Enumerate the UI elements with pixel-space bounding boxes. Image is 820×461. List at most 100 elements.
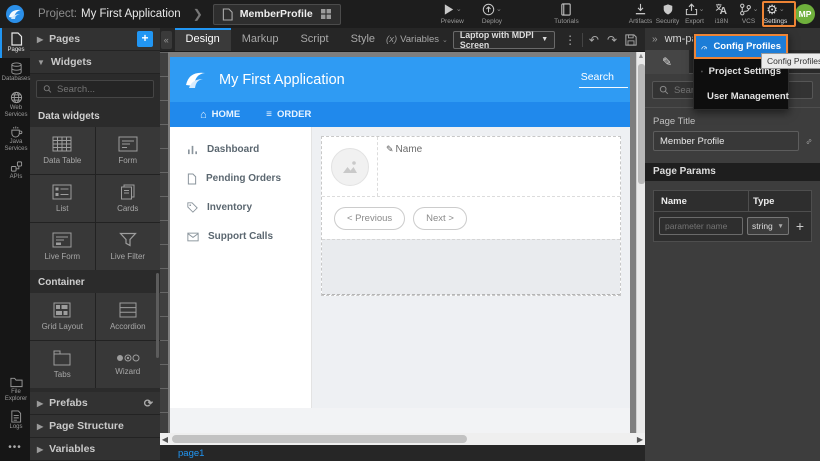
download-icon bbox=[634, 3, 647, 16]
sidebar-item-pages[interactable]: Pages bbox=[0, 28, 30, 58]
artifacts-button[interactable]: Artifacts bbox=[627, 0, 654, 28]
add-page-button[interactable]: + bbox=[137, 31, 153, 47]
preview-button[interactable]: ⌄ Preview bbox=[441, 0, 464, 28]
dropdown-arrow-icon: ▼ bbox=[777, 223, 783, 230]
chevron-down-icon[interactable]: ⌄ bbox=[779, 5, 785, 13]
tab-design[interactable]: Design bbox=[175, 28, 231, 51]
widget-accordion[interactable]: Accordion bbox=[96, 293, 161, 340]
menu-item-support-calls[interactable]: Support Calls bbox=[170, 222, 311, 251]
form-icon bbox=[118, 136, 138, 152]
param-name-input[interactable] bbox=[659, 217, 743, 235]
preview-nav-home[interactable]: ⌂ HOME bbox=[200, 109, 240, 121]
deploy-icon bbox=[482, 3, 495, 16]
widget-live-form[interactable]: Live Form bbox=[30, 223, 95, 270]
more-icon[interactable]: ••• bbox=[0, 436, 30, 461]
refresh-icon[interactable]: ⟳ bbox=[144, 397, 153, 410]
preview-nav-order[interactable]: ≡ ORDER bbox=[266, 109, 311, 120]
page-title-row bbox=[645, 131, 820, 151]
svg-text:A: A bbox=[719, 6, 727, 16]
chevron-down-icon[interactable]: ⌄ bbox=[753, 5, 759, 13]
fx-icon: (x) bbox=[386, 34, 397, 45]
next-button[interactable]: Next > bbox=[413, 207, 467, 230]
scroll-up-arrow[interactable]: ▲ bbox=[637, 52, 645, 61]
menu-icon: ≡ bbox=[266, 109, 272, 120]
undo-icon[interactable]: ↶ bbox=[585, 33, 603, 47]
page-design-surface[interactable]: My First Application Search ⌂ HOME ≡ ORD… bbox=[170, 57, 630, 433]
vcs-button[interactable]: ⌄ VCS bbox=[735, 0, 762, 28]
widget-search-input[interactable] bbox=[57, 84, 147, 95]
horizontal-scroll-thumb[interactable] bbox=[172, 435, 467, 443]
scroll-left-arrow[interactable]: ◀ bbox=[160, 435, 170, 444]
menu-item-inventory[interactable]: Inventory bbox=[170, 193, 311, 222]
widgets-section-header[interactable]: ▼ Widgets bbox=[30, 51, 160, 74]
pages-icon bbox=[10, 32, 23, 46]
sidebar-item-apis[interactable]: APIs bbox=[0, 156, 30, 186]
preview-search-field[interactable]: Search bbox=[579, 71, 628, 88]
grid-icon[interactable] bbox=[320, 8, 332, 20]
vertical-scroll-thumb[interactable] bbox=[638, 64, 645, 184]
page-tab-memberprofile[interactable]: MemberProfile bbox=[213, 4, 341, 25]
properties-tab-edit[interactable]: ✎ bbox=[645, 50, 689, 74]
i18n-button[interactable]: A i18N bbox=[708, 0, 735, 28]
widget-live-filter[interactable]: Live Filter bbox=[96, 223, 161, 270]
widget-list[interactable]: List bbox=[30, 175, 95, 222]
deploy-button[interactable]: ⌄ Deploy bbox=[482, 0, 502, 28]
settings-button[interactable]: ⚙ ⌄ Settings bbox=[762, 0, 789, 28]
chevron-down-icon[interactable]: ⌄ bbox=[699, 5, 705, 13]
sidebar-item-web-services[interactable]: Web Services bbox=[0, 88, 30, 122]
user-avatar[interactable]: MP bbox=[795, 4, 815, 24]
widget-tabs[interactable]: Tabs bbox=[30, 341, 95, 388]
tab-markup[interactable]: Markup bbox=[231, 28, 290, 51]
variables-section-header[interactable]: ▶ Variables bbox=[30, 438, 160, 461]
export-button[interactable]: ⌄ Export bbox=[681, 0, 708, 28]
page1-tab[interactable]: page1 bbox=[178, 448, 204, 459]
more-options-icon[interactable]: ⋮ bbox=[560, 33, 580, 47]
divider bbox=[582, 33, 583, 47]
widget-search[interactable] bbox=[36, 80, 154, 98]
collapse-right-panel-button[interactable]: » bbox=[652, 34, 658, 45]
save-icon[interactable] bbox=[621, 34, 645, 46]
activity-bar: Pages Databases Web Services Java Servic… bbox=[0, 28, 30, 461]
menu-item-pending-orders[interactable]: Pending Orders bbox=[170, 164, 311, 193]
canvas-vertical-scrollbar[interactable]: ▲ bbox=[636, 52, 645, 433]
widget-grid-layout[interactable]: Grid Layout bbox=[30, 293, 95, 340]
canvas-horizontal-scrollbar[interactable]: ◀ ▶ bbox=[160, 433, 645, 445]
tab-script[interactable]: Script bbox=[289, 28, 339, 51]
empty-content-block[interactable] bbox=[322, 239, 620, 295]
tutorials-button[interactable]: Tutorials bbox=[554, 0, 579, 28]
add-param-button[interactable]: + bbox=[793, 218, 807, 234]
sidebar-item-file-explorer[interactable]: File Explorer bbox=[0, 373, 30, 406]
project-label: Project: bbox=[38, 8, 77, 20]
page-title-input[interactable] bbox=[653, 131, 799, 151]
param-type-select[interactable]: string ▼ bbox=[747, 217, 789, 235]
page-structure-section-header[interactable]: ▶ Page Structure bbox=[30, 415, 160, 438]
name-field[interactable]: ✎ Name bbox=[378, 137, 422, 196]
device-preview-select[interactable]: Laptop with MDPI Screen ▼ bbox=[453, 31, 555, 49]
widget-form[interactable]: Form bbox=[96, 127, 161, 174]
data-widgets-title: Data widgets bbox=[30, 104, 160, 127]
widget-cards[interactable]: Cards bbox=[96, 175, 161, 222]
left-panel-scrollbar[interactable] bbox=[156, 273, 159, 358]
variables-dropdown-button[interactable]: (x) Variables ⌄ bbox=[386, 34, 448, 45]
sidebar-item-databases[interactable]: Databases bbox=[0, 58, 30, 88]
pager-row: < Previous Next > bbox=[322, 197, 620, 239]
security-button[interactable]: Security bbox=[654, 0, 681, 28]
menu-item-dashboard[interactable]: Dashboard bbox=[170, 135, 311, 164]
sidebar-item-java-services[interactable]: Java Services bbox=[0, 122, 30, 156]
member-card[interactable]: ✎ Name bbox=[322, 137, 620, 197]
pages-section-header[interactable]: ▶ Pages + bbox=[30, 28, 160, 51]
sidebar-item-logs[interactable]: Logs bbox=[0, 406, 30, 436]
tab-style[interactable]: Style bbox=[340, 28, 386, 51]
bind-link-icon[interactable] bbox=[806, 135, 812, 148]
chevron-down-icon[interactable]: ⌄ bbox=[496, 5, 502, 13]
selected-widget-region[interactable]: ✎ Name < Previous Next > bbox=[321, 136, 621, 296]
collapse-left-panel-button[interactable]: « bbox=[161, 31, 172, 49]
widget-data-table[interactable]: Data Table bbox=[30, 127, 95, 174]
widget-wizard[interactable]: Wizard bbox=[96, 341, 161, 388]
previous-button[interactable]: < Previous bbox=[334, 207, 405, 230]
prefabs-section-header[interactable]: ▶ Prefabs ⟳ bbox=[30, 392, 160, 415]
redo-icon[interactable]: ↷ bbox=[603, 33, 621, 47]
menu-item-user-management[interactable]: User Management bbox=[694, 84, 788, 109]
scroll-right-arrow[interactable]: ▶ bbox=[635, 435, 645, 444]
chevron-down-icon[interactable]: ⌄ bbox=[456, 5, 462, 13]
